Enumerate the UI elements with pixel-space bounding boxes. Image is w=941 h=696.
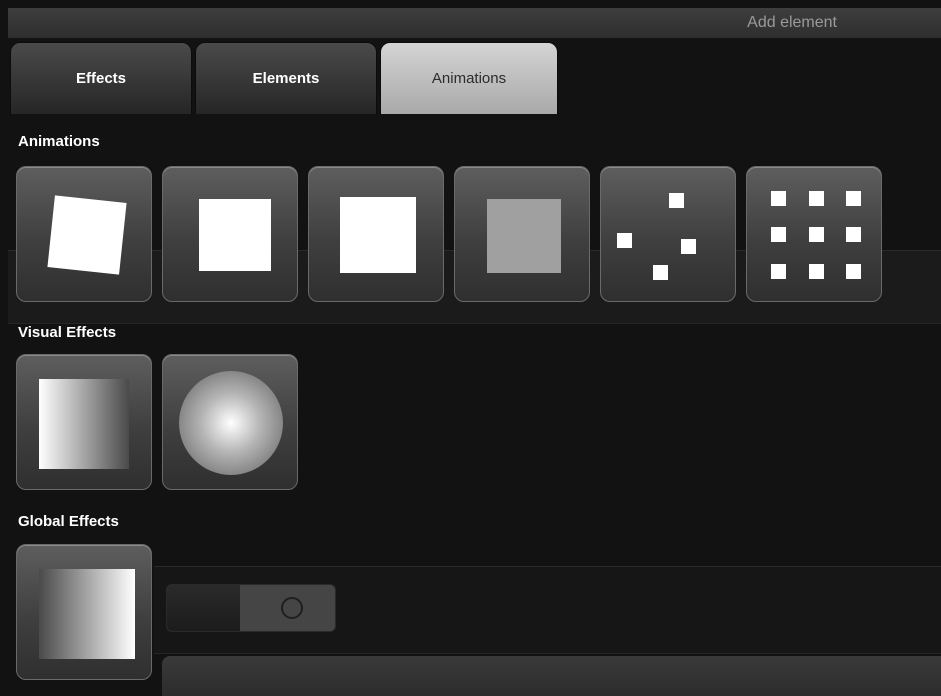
rotate-square-icon: [47, 195, 127, 275]
section-label-global-effects: Global Effects: [18, 513, 119, 530]
visual-effect-linear-tile[interactable]: [16, 354, 152, 490]
dot: [681, 239, 696, 254]
animation-square-tile[interactable]: [162, 166, 298, 302]
animation-scatter-tile[interactable]: [600, 166, 736, 302]
tab-animations[interactable]: Animations: [380, 42, 558, 114]
dot: [617, 233, 632, 248]
animation-rotate-tile[interactable]: [16, 166, 152, 302]
animation-fade-tile[interactable]: [454, 166, 590, 302]
global-effects-toggle[interactable]: [166, 584, 336, 632]
dot: [846, 191, 861, 206]
scale-square-icon: [340, 197, 416, 273]
visual-effect-radial-tile[interactable]: [162, 354, 298, 490]
animation-grid-tile[interactable]: [746, 166, 882, 302]
tab-elements[interactable]: Elements: [195, 42, 377, 114]
square-icon: [199, 199, 271, 271]
dot: [771, 191, 786, 206]
toggle-knob: [167, 585, 240, 631]
bottom-panel: [162, 656, 941, 696]
animation-scale-tile[interactable]: [308, 166, 444, 302]
dot: [669, 193, 684, 208]
section-label-animations: Animations: [18, 133, 100, 150]
toggle-off-icon: [281, 597, 303, 619]
dot: [809, 227, 824, 242]
dot: [771, 227, 786, 242]
section-label-visual-effects: Visual Effects: [18, 324, 117, 341]
dot: [809, 264, 824, 279]
dot: [809, 191, 824, 206]
global-effect-gradient-tile[interactable]: [16, 544, 152, 680]
global-gradient-icon: [39, 569, 135, 659]
tab-effects[interactable]: Effects: [10, 42, 192, 114]
radial-gradient-icon: [179, 371, 283, 475]
dot: [846, 227, 861, 242]
title-bar: Add element: [8, 8, 941, 38]
dot: [846, 264, 861, 279]
fade-square-icon: [487, 199, 561, 273]
linear-gradient-icon: [39, 379, 129, 469]
dot: [653, 265, 668, 280]
window-title: Add element: [747, 14, 837, 31]
dot: [771, 264, 786, 279]
